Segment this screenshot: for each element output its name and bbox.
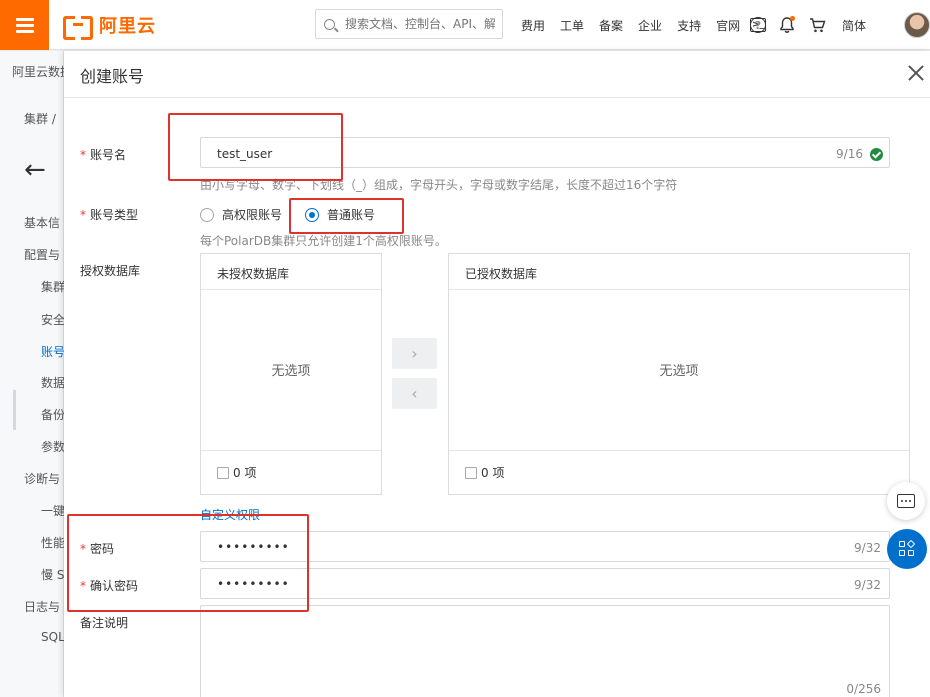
search-icon: [324, 18, 335, 30]
cart-icon[interactable]: [808, 16, 826, 34]
nav-link-billing[interactable]: 费用: [521, 17, 545, 34]
drawer-title: 创建账号: [80, 67, 145, 86]
hamburger-menu-button[interactable]: [0, 0, 49, 50]
radio-button-selected[interactable]: [305, 207, 319, 222]
authorized-db-panel: 已授权数据库 无选项 0 项: [448, 253, 910, 495]
nav-links: 费用 工单 备案 企业 支持 官网: [521, 0, 755, 50]
select-all-checkbox[interactable]: [465, 466, 477, 479]
menu-icon: [15, 18, 34, 33]
select-all-checkbox[interactable]: [217, 466, 229, 479]
radio-standard-account[interactable]: 普通账号: [305, 206, 375, 223]
drawer-header: 创建账号: [64, 51, 930, 98]
authorized-db-title: 已授权数据库: [449, 254, 909, 290]
bg-menu-item[interactable]: 安全: [41, 311, 65, 328]
bg-menu-item[interactable]: 数据: [41, 374, 65, 391]
chat-icon: [897, 494, 915, 508]
bg-menu-item-active[interactable]: 账号: [41, 343, 65, 360]
account-name-counter: 9/16: [836, 147, 863, 161]
bg-breadcrumb[interactable]: 集群 /: [24, 110, 56, 127]
bg-menu-item[interactable]: 备份: [41, 406, 65, 423]
radio-high-privilege[interactable]: 高权限账号: [200, 206, 282, 223]
bg-menu-item[interactable]: 一键: [41, 502, 65, 519]
item-count: 0 项: [481, 466, 505, 480]
bg-menu-group[interactable]: 配置与: [24, 246, 60, 263]
radio-button[interactable]: [200, 207, 214, 222]
item-count: 0 项: [233, 466, 257, 480]
bg-menu-item[interactable]: 集群: [41, 278, 65, 295]
account-type-label: * 账号类型: [80, 208, 139, 222]
nav-link-icp[interactable]: 备案: [599, 17, 623, 34]
empty-state-text: 无选项: [271, 364, 311, 379]
bg-menu-item[interactable]: 参数: [41, 438, 65, 455]
chat-float-button[interactable]: [887, 482, 925, 520]
bg-menu-group[interactable]: 日志与: [24, 598, 60, 615]
remark-label: 备注说明: [80, 616, 129, 630]
aliyun-logo[interactable]: 阿里云: [63, 13, 156, 40]
create-account-drawer: 创建账号 * 账号名 test_user 9/16 由小写字母、数字、下划线（_）…: [64, 51, 930, 697]
user-avatar[interactable]: [904, 12, 930, 38]
top-navbar: 阿里云 费用 工单 备案 企业 支持 官网 >_ ? 简体: [0, 0, 930, 50]
account-name-label: * 账号名: [80, 148, 127, 162]
background-console-page: 阿里云数据 集群 / ← 基本信 配置与 集群 安全 账号 数据 备份 参数 诊…: [0, 51, 72, 697]
authorized-db-label: 授权数据库: [80, 264, 141, 278]
panel-footer: 0 项: [449, 450, 909, 494]
search-box[interactable]: [315, 9, 503, 39]
nav-link-website[interactable]: 官网: [716, 17, 740, 34]
bg-menu-group[interactable]: 诊断与: [24, 470, 60, 487]
confirm-password-counter: 9/32: [854, 578, 881, 592]
password-input[interactable]: ••••••••• 9/32: [200, 531, 890, 562]
bg-scroll-indicator: [13, 390, 16, 430]
search-input[interactable]: [345, 17, 495, 31]
move-left-button[interactable]: ‹: [392, 378, 437, 409]
nav-icons: >_ ? 简体: [750, 0, 866, 50]
password-counter: 9/32: [854, 541, 881, 555]
bg-menu-item[interactable]: 基本信: [24, 214, 60, 231]
nav-link-support[interactable]: 支持: [677, 17, 701, 34]
unauthorized-db-panel: 未授权数据库 无选项 0 项: [200, 253, 382, 495]
bg-menu-item[interactable]: 性能: [41, 534, 65, 551]
confirm-password-label: * 确认密码: [80, 579, 139, 593]
account-name-value: test_user: [217, 147, 273, 161]
confirm-password-masked-value: •••••••••: [217, 577, 290, 591]
password-label: * 密码: [80, 542, 115, 556]
logo-text: 阿里云: [99, 16, 156, 37]
custom-permission-link[interactable]: 自定义权限: [200, 506, 260, 523]
account-type-help: 每个PolarDB集群只允许创建1个高权限账号。: [200, 234, 447, 248]
move-right-button[interactable]: ›: [392, 338, 437, 369]
close-icon[interactable]: [906, 63, 926, 83]
apps-grid-icon: [899, 539, 916, 557]
help-icon[interactable]: ?: [750, 17, 766, 33]
nav-link-enterprise[interactable]: 企业: [638, 17, 662, 34]
bg-menu-item[interactable]: SQL: [41, 630, 65, 644]
account-name-help: 由小写字母、数字、下划线（_）组成，字母开头，字母或数字结尾，长度不超过16个字…: [200, 178, 678, 192]
panel-footer: 0 项: [201, 450, 381, 494]
nav-link-ticket[interactable]: 工单: [560, 17, 584, 34]
apps-float-button[interactable]: [887, 529, 927, 569]
confirm-password-input[interactable]: ••••••••• 9/32: [200, 568, 890, 599]
back-arrow-icon[interactable]: ←: [24, 155, 46, 185]
bell-icon[interactable]: [778, 16, 796, 34]
language-switch[interactable]: 简体: [842, 17, 866, 34]
remark-counter: 0/256: [846, 682, 881, 696]
notification-dot: [790, 16, 795, 21]
bg-page-title: 阿里云数据: [12, 65, 73, 79]
remark-textarea[interactable]: 0/256: [200, 605, 890, 697]
unauthorized-db-title: 未授权数据库: [201, 254, 381, 290]
check-circle-icon: [870, 148, 883, 161]
empty-state-text: 无选项: [659, 364, 699, 379]
password-masked-value: •••••••••: [217, 540, 290, 554]
bg-menu-item[interactable]: 慢 S: [41, 566, 64, 583]
account-name-input[interactable]: test_user 9/16: [200, 137, 890, 168]
aliyun-logo-icon: [63, 16, 93, 40]
